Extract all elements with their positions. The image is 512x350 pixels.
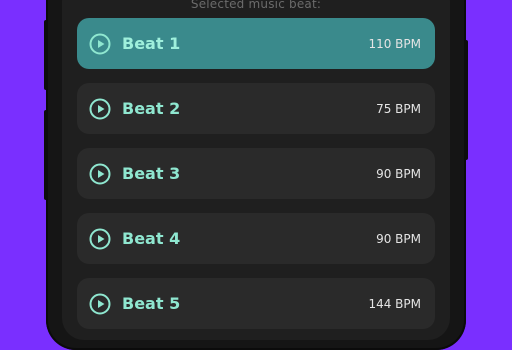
beat-bpm: 90 BPM — [376, 166, 421, 181]
play-circle-icon[interactable] — [89, 163, 111, 185]
beat-bpm: 144 BPM — [368, 296, 421, 311]
beat-name: Beat 2 — [122, 99, 181, 118]
header-text: Selected music beat: — [190, 0, 322, 11]
beat-name: Beat 4 — [122, 229, 181, 248]
beat-item-3[interactable]: Beat 3 90 BPM — [77, 148, 435, 199]
phone-side-button — [44, 110, 48, 200]
beat-bpm: 90 BPM — [376, 231, 421, 246]
play-circle-icon[interactable] — [89, 98, 111, 120]
beat-item-1[interactable]: Beat 1 110 BPM — [77, 18, 435, 69]
phone-side-button — [44, 20, 48, 90]
beat-item-2[interactable]: Beat 2 75 BPM — [77, 83, 435, 134]
phone-power-button — [464, 40, 468, 160]
beat-name: Beat 1 — [122, 34, 181, 53]
phone-screen: Selected music beat: Beat 1 110 BPM Beat… — [62, 0, 450, 340]
beat-name: Beat 5 — [122, 294, 181, 313]
beat-item-4[interactable]: Beat 4 90 BPM — [77, 213, 435, 264]
beat-bpm: 75 BPM — [376, 101, 421, 116]
play-circle-icon[interactable] — [89, 293, 111, 315]
beat-bpm: 110 BPM — [368, 36, 421, 51]
beat-item-5[interactable]: Beat 5 144 BPM — [77, 278, 435, 329]
play-circle-icon[interactable] — [89, 33, 111, 55]
beat-list: Beat 1 110 BPM Beat 2 75 BPM Beat 3 90 B… — [77, 18, 435, 340]
play-circle-icon[interactable] — [89, 228, 111, 250]
beat-name: Beat 3 — [122, 164, 181, 183]
